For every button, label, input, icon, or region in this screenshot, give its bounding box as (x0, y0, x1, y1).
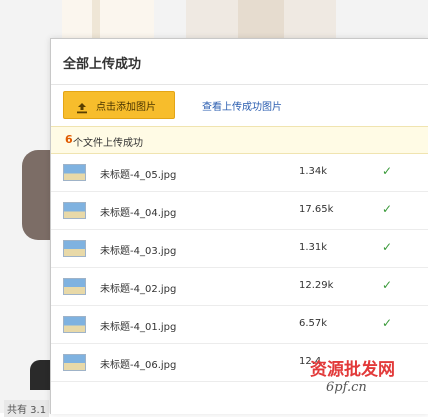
upload-status-text: 个文件上传成功 (73, 138, 143, 149)
check-icon: ✓ (382, 164, 393, 178)
file-name: 未标题-4_03.jpg (100, 246, 177, 257)
file-size: 1.31k (299, 242, 328, 253)
file-row: 未标题-4_01.jpg 6.57k ✓ (51, 306, 428, 344)
upload-status-bar: 6 个文件上传成功 (51, 126, 428, 154)
file-name: 未标题-4_04.jpg (100, 208, 177, 219)
add-image-button[interactable]: 点击添加图片 (63, 91, 175, 119)
file-size: 6.57k (299, 318, 328, 329)
check-icon: ✓ (382, 240, 393, 254)
file-name: 未标题-4_02.jpg (100, 284, 177, 295)
image-file-icon (63, 316, 86, 333)
file-size: 1.34k (299, 166, 328, 177)
file-name: 未标题-4_05.jpg (100, 170, 177, 181)
file-name: 未标题-4_06.jpg (100, 360, 177, 371)
image-file-icon (63, 278, 86, 295)
uploaded-file-list: 未标题-4_05.jpg 1.34k ✓ 未标题-4_04.jpg 17.65k… (51, 154, 428, 382)
background-product-image[interactable] (186, 0, 336, 40)
check-icon: ✓ (382, 316, 393, 330)
image-file-icon (63, 164, 86, 181)
image-file-icon (63, 354, 86, 371)
background-footer-text: 共有 3.1 (4, 400, 50, 417)
watermark-text: 资源批发网 (310, 360, 395, 380)
dialog-header: 全部上传成功 (51, 39, 428, 85)
background-product-image[interactable] (22, 150, 52, 240)
image-file-icon (63, 202, 86, 219)
file-row: 未标题-4_05.jpg 1.34k ✓ (51, 154, 428, 192)
file-row: 未标题-4_03.jpg 1.31k ✓ (51, 230, 428, 268)
dialog-title: 全部上传成功 (63, 57, 142, 72)
watermark-url: 6pf.cn (326, 380, 367, 395)
file-size: 12.29k (299, 280, 334, 291)
background-product-image[interactable] (62, 0, 154, 40)
upload-count: 6 (65, 133, 73, 146)
file-size: 17.65k (299, 204, 334, 215)
background-product-image[interactable] (30, 360, 52, 390)
image-file-icon (63, 240, 86, 257)
file-row: 未标题-4_02.jpg 12.29k ✓ (51, 268, 428, 306)
file-name: 未标题-4_01.jpg (100, 322, 177, 333)
upload-icon (76, 99, 88, 114)
check-icon: ✓ (382, 278, 393, 292)
file-row: 未标题-4_04.jpg 17.65k ✓ (51, 192, 428, 230)
add-image-button-label: 点击添加图片 (96, 101, 156, 113)
view-uploaded-images-link[interactable]: 查看上传成功图片 (202, 98, 282, 113)
check-icon: ✓ (382, 202, 393, 216)
